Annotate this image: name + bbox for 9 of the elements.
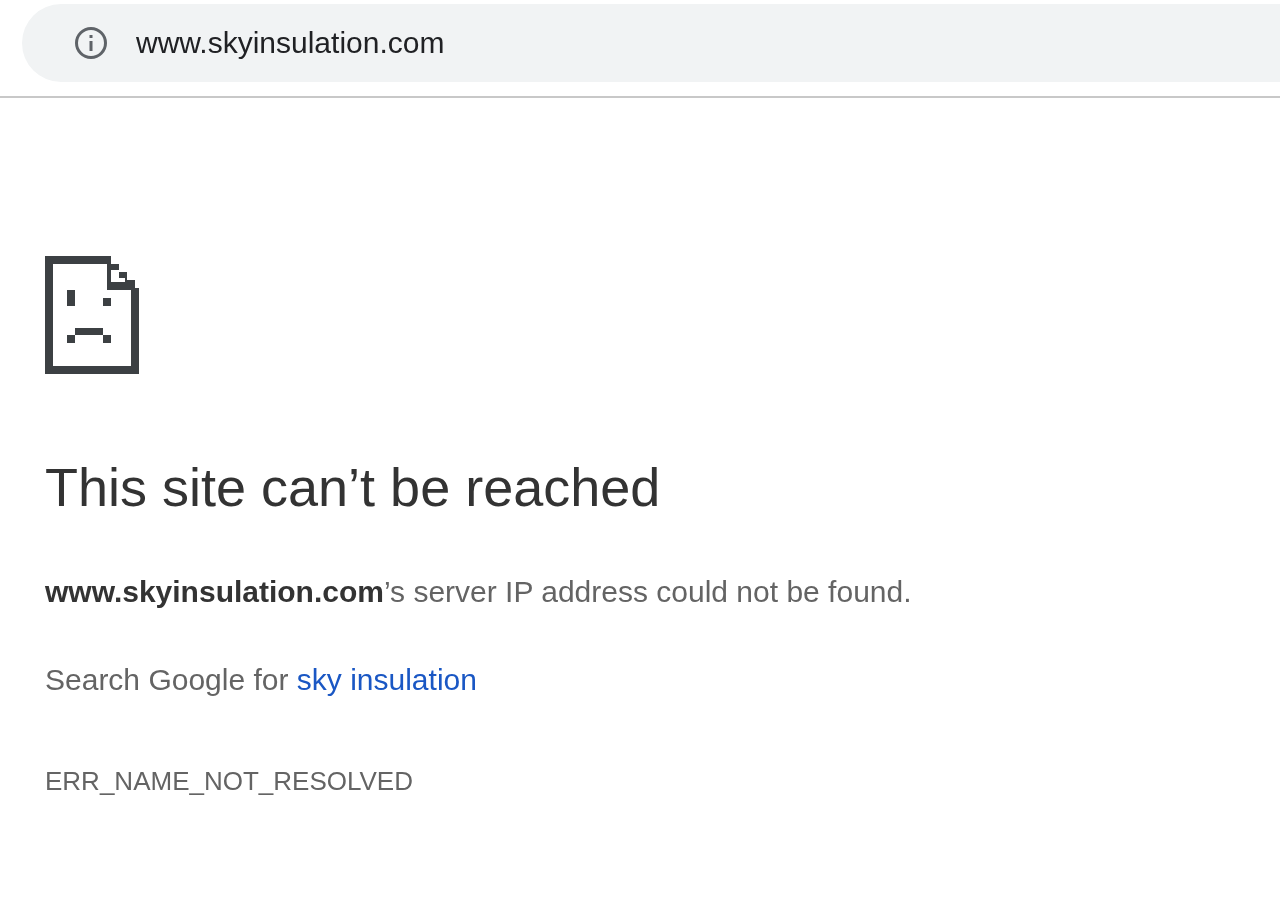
- error-title: This site can’t be reached: [45, 456, 661, 519]
- error-message: www.skyinsulation.com’s server IP address could not be found.: [45, 574, 912, 610]
- search-suggestion: Search Google for sky insulation: [45, 662, 477, 698]
- sad-page-icon: [45, 256, 139, 374]
- error-code: ERR_NAME_NOT_RESOLVED: [45, 766, 413, 797]
- address-bar[interactable]: www.skyinsulation.com: [22, 4, 1280, 82]
- url-text: www.skyinsulation.com: [136, 26, 445, 60]
- search-link[interactable]: sky insulation: [296, 663, 477, 696]
- info-icon[interactable]: [74, 26, 108, 60]
